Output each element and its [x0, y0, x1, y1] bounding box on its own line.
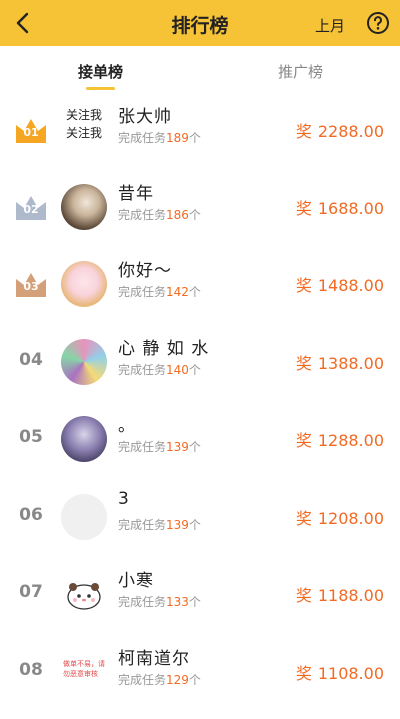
reward-amount: 奖 1288.00 [295, 431, 384, 450]
rank-number: 08 [19, 660, 43, 680]
ranking-row[interactable]: 01 关注我 关注我 张大帅 完成任务189个 奖 2288.00 [0, 92, 400, 169]
reward-amount: 奖 1488.00 [295, 276, 384, 295]
user-name: 张大帅 [118, 107, 172, 127]
rank-number: 06 [19, 505, 43, 525]
ranking-row[interactable]: 03 你好～ 完成任务142个 奖 1488.00 [0, 246, 400, 323]
avatar[interactable] [61, 184, 107, 230]
avatar[interactable] [61, 416, 107, 462]
task-count-text: 完成任务140个 [118, 363, 201, 377]
ranking-row[interactable]: 05 。 完成任务139个 奖 1288.00 [0, 401, 400, 478]
avatar[interactable]: 做单不易，请勿恶意审核 [63, 659, 111, 679]
user-name: 3 [118, 489, 130, 509]
avatar[interactable] [61, 571, 107, 617]
ranking-row[interactable]: 04 心 静 如 水 完成任务140个 奖 1388.00 [0, 324, 400, 401]
header-bar: 排行榜 上月 [0, 0, 400, 46]
reward-amount: 奖 1688.00 [295, 199, 384, 218]
user-name: 。 [118, 416, 136, 436]
reward-amount: 奖 1188.00 [295, 586, 384, 605]
user-name: 昔年 [118, 184, 154, 204]
reward-amount: 奖 1208.00 [295, 509, 384, 528]
rank-number: 04 [19, 350, 43, 370]
task-count-text: 完成任务139个 [118, 440, 201, 454]
tab-orders-ranking[interactable]: 接单榜 [78, 61, 123, 82]
active-tab-indicator [86, 87, 115, 90]
task-count-text: 完成任务142个 [118, 285, 201, 299]
avatar[interactable] [61, 339, 107, 385]
ranking-row[interactable]: 02 昔年 完成任务186个 奖 1688.00 [0, 169, 400, 246]
rank-number: 05 [19, 427, 43, 447]
user-name: 柯南道尔 [118, 649, 190, 669]
rank-number: 02 [23, 203, 39, 216]
task-count-text: 完成任务186个 [118, 208, 201, 222]
reward-amount: 奖 1108.00 [295, 664, 384, 683]
reward-amount: 奖 1388.00 [295, 354, 384, 373]
ranking-row[interactable]: 08 做单不易，请勿恶意审核 柯南道尔 完成任务129个 奖 1108.00 [0, 634, 400, 711]
user-name: 小寒 [118, 571, 154, 591]
tab-promotion-ranking[interactable]: 推广榜 [278, 61, 323, 82]
task-count-text: 完成任务189个 [118, 131, 201, 145]
task-count-text: 完成任务129个 [118, 673, 201, 687]
reward-amount: 奖 2288.00 [295, 122, 384, 141]
user-name: 心 静 如 水 [118, 339, 210, 359]
period-selector[interactable]: 上月 [315, 15, 345, 36]
ranking-row[interactable]: 06 3 完成任务139个 奖 1208.00 [0, 479, 400, 556]
rank-number: 07 [19, 582, 43, 602]
task-count-text: 完成任务133个 [118, 595, 201, 609]
avatar[interactable]: 关注我 关注我 [66, 106, 102, 142]
user-name: 你好～ [118, 261, 172, 281]
avatar[interactable] [61, 261, 107, 307]
question-circle-icon[interactable] [366, 11, 390, 35]
rank-number: 01 [23, 126, 39, 139]
avatar[interactable] [61, 494, 107, 540]
ranking-row[interactable]: 07 小寒 完成任务133个 奖 1188.00 [0, 556, 400, 633]
task-count-text: 完成任务139个 [118, 518, 201, 532]
rank-number: 03 [23, 280, 39, 293]
tab-bar: 接单榜 推广榜 [0, 46, 400, 98]
